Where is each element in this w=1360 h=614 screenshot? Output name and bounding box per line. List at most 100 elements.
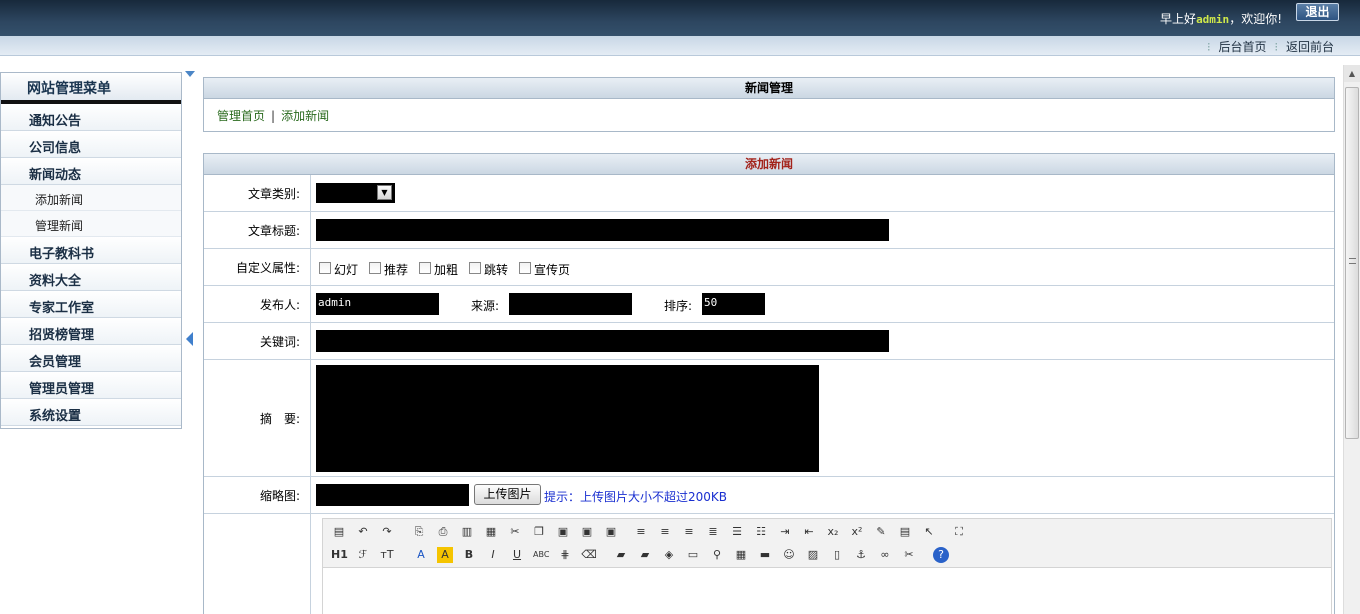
link-icon[interactable]: ∞ [877, 547, 893, 563]
subscript-icon[interactable]: x₂ [825, 524, 841, 540]
sidebar-menu: 网站管理菜单 通知公告 公司信息 新闻动态 添加新闻 管理新闻 电子教科书 资料… [0, 72, 182, 429]
checkbox-promo[interactable] [519, 262, 531, 274]
row-thumbnail: 缩略图: 上传图片 提示：上传图片大小不超过200KB [204, 477, 1334, 514]
sidebar-item-company[interactable]: 公司信息 [1, 131, 181, 158]
breadcrumb-current[interactable]: 添加新闻 [281, 109, 329, 123]
outdent-icon[interactable]: ⇤ [801, 524, 817, 540]
row-editor: ▤ ↶ ↷ ⎘ ⎙ ▥ ▦ ✂ ❐ ▣ ▣ ▣ ≡ ≡ ≡ ≣ ☰ ☷ ⇥ ⇤ x₂ x² ✎ ▤ ↖ ⛶ H1 ℱтT A A B I U AB… [204, 514, 1334, 614]
paste-plain-icon[interactable]: ▣ [555, 524, 571, 540]
order-input[interactable]: 50 [702, 293, 765, 315]
panel-title: 新闻管理 [204, 78, 1334, 99]
superscript-icon[interactable]: x² [849, 524, 865, 540]
strikethrough-icon[interactable]: ABC [533, 547, 549, 563]
sidebar-item-experts[interactable]: 专家工作室 [1, 291, 181, 318]
flash-icon[interactable]: ◈ [661, 547, 677, 563]
emoticon-icon[interactable]: ☺ [781, 547, 797, 563]
italic-icon[interactable]: I [485, 547, 501, 563]
paste-icon[interactable]: ▤ [331, 524, 347, 540]
sidebar-subitem-add-news[interactable]: 添加新闻 [1, 185, 181, 211]
title-input[interactable] [316, 219, 889, 241]
help-icon[interactable]: ? [933, 547, 949, 563]
anchor-icon[interactable]: ⚓ [853, 547, 869, 563]
image-icon[interactable]: ▰ [613, 547, 629, 563]
redo-icon[interactable]: ↷ [379, 524, 395, 540]
checkbox-bold[interactable] [419, 262, 431, 274]
sidebar-item-resources[interactable]: 资料大全 [1, 264, 181, 291]
indent-icon[interactable]: ⇥ [777, 524, 793, 540]
upload-image-button[interactable]: 上传图片 [474, 484, 541, 505]
align-right-icon[interactable]: ≡ [681, 524, 697, 540]
editor-content[interactable] [322, 568, 1332, 614]
copy-icon[interactable]: ❐ [531, 524, 547, 540]
checkbox-label: 跳转 [484, 263, 509, 277]
align-center-icon[interactable]: ≡ [657, 524, 673, 540]
scroll-up-icon[interactable]: ▲ [1344, 65, 1360, 82]
author-input[interactable]: admin [316, 293, 439, 315]
divider: ⁝ [1274, 40, 1279, 54]
select-all-icon[interactable]: ▤ [897, 524, 913, 540]
horizontal-line-icon[interactable]: ▬ [757, 547, 773, 563]
remove-format-icon[interactable]: ⌫ [581, 547, 597, 563]
highlight-icon[interactable]: A [437, 547, 453, 563]
breadcrumb-home-link[interactable]: 管理首页 [217, 109, 265, 123]
undo-icon[interactable]: ↶ [355, 524, 371, 540]
fullscreen-icon[interactable]: ⛶ [951, 524, 967, 540]
breadcrumb-separator: | [271, 109, 276, 123]
summary-textarea[interactable] [316, 365, 819, 472]
code-icon[interactable]: ▦ [483, 524, 499, 540]
media-icon[interactable]: ▭ [685, 547, 701, 563]
checkbox-slideshow[interactable] [319, 262, 331, 274]
underline-icon[interactable]: U [509, 547, 525, 563]
greeting-prefix: 早上好 [1160, 12, 1197, 26]
collapse-down-icon[interactable] [185, 71, 195, 77]
heading-icon[interactable]: H1 [331, 547, 348, 563]
font-size-icon[interactable]: тT [379, 547, 395, 563]
cut-icon[interactable]: ✂ [507, 524, 523, 540]
sidebar-item-admins[interactable]: 管理员管理 [1, 372, 181, 399]
align-left-icon[interactable]: ≡ [633, 524, 649, 540]
unlink-icon[interactable]: ✂ [901, 547, 917, 563]
paste-word-icon[interactable]: ▣ [603, 524, 619, 540]
preview-icon[interactable]: ⎘ [411, 524, 427, 540]
sidebar-subitem-manage-news[interactable]: 管理新闻 [1, 211, 181, 237]
admin-home-link[interactable]: 后台首页 [1218, 40, 1266, 54]
clear-format-icon[interactable]: ✎ [873, 524, 889, 540]
checkbox-redirect[interactable] [469, 262, 481, 274]
template-icon[interactable]: ▥ [459, 524, 475, 540]
print-icon[interactable]: ⎙ [435, 524, 451, 540]
ordered-list-icon[interactable]: ☰ [729, 524, 745, 540]
chevron-down-icon[interactable]: ▼ [377, 185, 392, 200]
keywords-input[interactable] [316, 330, 889, 352]
sidebar-item-ebooks[interactable]: 电子教科书 [1, 237, 181, 264]
thumbnail-path-input[interactable] [316, 484, 469, 506]
bold-icon[interactable]: B [461, 547, 477, 563]
table-icon[interactable]: ▦ [733, 547, 749, 563]
pagebreak-icon[interactable]: ▯ [829, 547, 845, 563]
sidebar-item-settings[interactable]: 系统设置 [1, 399, 181, 426]
line-height-icon[interactable]: ⋕ [557, 547, 573, 563]
logout-button[interactable]: 退出 [1296, 3, 1339, 21]
summary-label: 摘 要: [204, 360, 311, 476]
font-family-icon[interactable]: ℱ [355, 547, 371, 563]
map-icon[interactable]: ▨ [805, 547, 821, 563]
breadcrumb: 管理首页 | 添加新闻 [204, 99, 1334, 131]
sidebar-item-members[interactable]: 会员管理 [1, 345, 181, 372]
cursor-icon[interactable]: ↖ [921, 524, 937, 540]
attachment-icon[interactable]: ⚲ [709, 547, 725, 563]
checkbox-recommend[interactable] [369, 262, 381, 274]
checkbox-label: 宣传页 [534, 263, 571, 277]
font-color-icon[interactable]: A [413, 547, 429, 563]
paste-text-icon[interactable]: ▣ [579, 524, 595, 540]
justify-icon[interactable]: ≣ [705, 524, 721, 540]
sidebar-item-notices[interactable]: 通知公告 [1, 104, 181, 131]
frontend-link[interactable]: 返回前台 [1286, 40, 1334, 54]
source-input[interactable] [509, 293, 632, 315]
editor-toolbar: ▤ ↶ ↷ ⎘ ⎙ ▥ ▦ ✂ ❐ ▣ ▣ ▣ ≡ ≡ ≡ ≣ ☰ ☷ ⇥ ⇤ x₂ x² ✎ ▤ ↖ ⛶ H1 ℱтT A A B I U AB… [322, 518, 1332, 568]
scroll-thumb[interactable] [1345, 87, 1359, 439]
multi-image-icon[interactable]: ▰ [637, 547, 653, 563]
vertical-scrollbar[interactable]: ▲ [1343, 65, 1360, 614]
collapse-sidebar-icon[interactable] [186, 332, 193, 346]
sidebar-item-news[interactable]: 新闻动态 [1, 158, 181, 185]
sidebar-item-recruitment[interactable]: 招贤榜管理 [1, 318, 181, 345]
unordered-list-icon[interactable]: ☷ [753, 524, 769, 540]
